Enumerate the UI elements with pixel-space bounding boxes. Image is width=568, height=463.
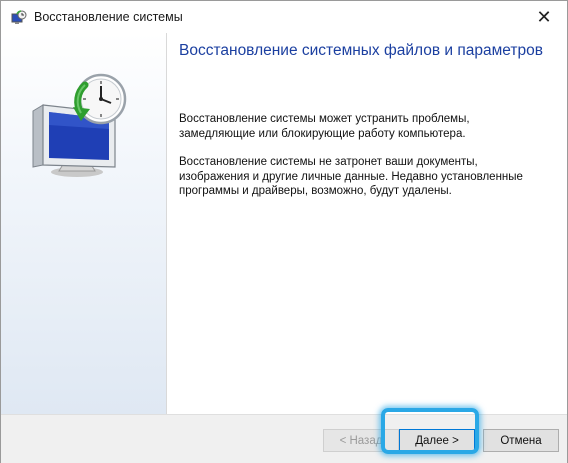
button-bar: < Назад Далее > Отмена [1, 414, 567, 463]
sidebar-panel [1, 33, 167, 414]
close-icon: ✕ [536, 6, 552, 27]
title-bar: Восстановление системы ✕ [1, 1, 567, 33]
back-button[interactable]: < Назад [323, 429, 399, 452]
description-paragraph-2: Восстановление системы не затронет ваши … [179, 156, 523, 197]
description-paragraph-1: Восстановление системы может устранить п… [179, 113, 470, 140]
window-title: Восстановление системы [34, 10, 183, 24]
cancel-button[interactable]: Отмена [483, 429, 559, 452]
close-button[interactable]: ✕ [521, 1, 567, 33]
system-restore-monitor-clock-icon [29, 69, 139, 179]
page-title: Восстановление системных файлов и параме… [179, 42, 543, 59]
system-restore-window: Восстановление системы ✕ Восстановление … [0, 0, 568, 463]
next-button[interactable]: Далее > [399, 429, 475, 452]
main-content: Восстановление системных файлов и параме… [167, 33, 567, 414]
system-restore-icon [11, 10, 27, 26]
